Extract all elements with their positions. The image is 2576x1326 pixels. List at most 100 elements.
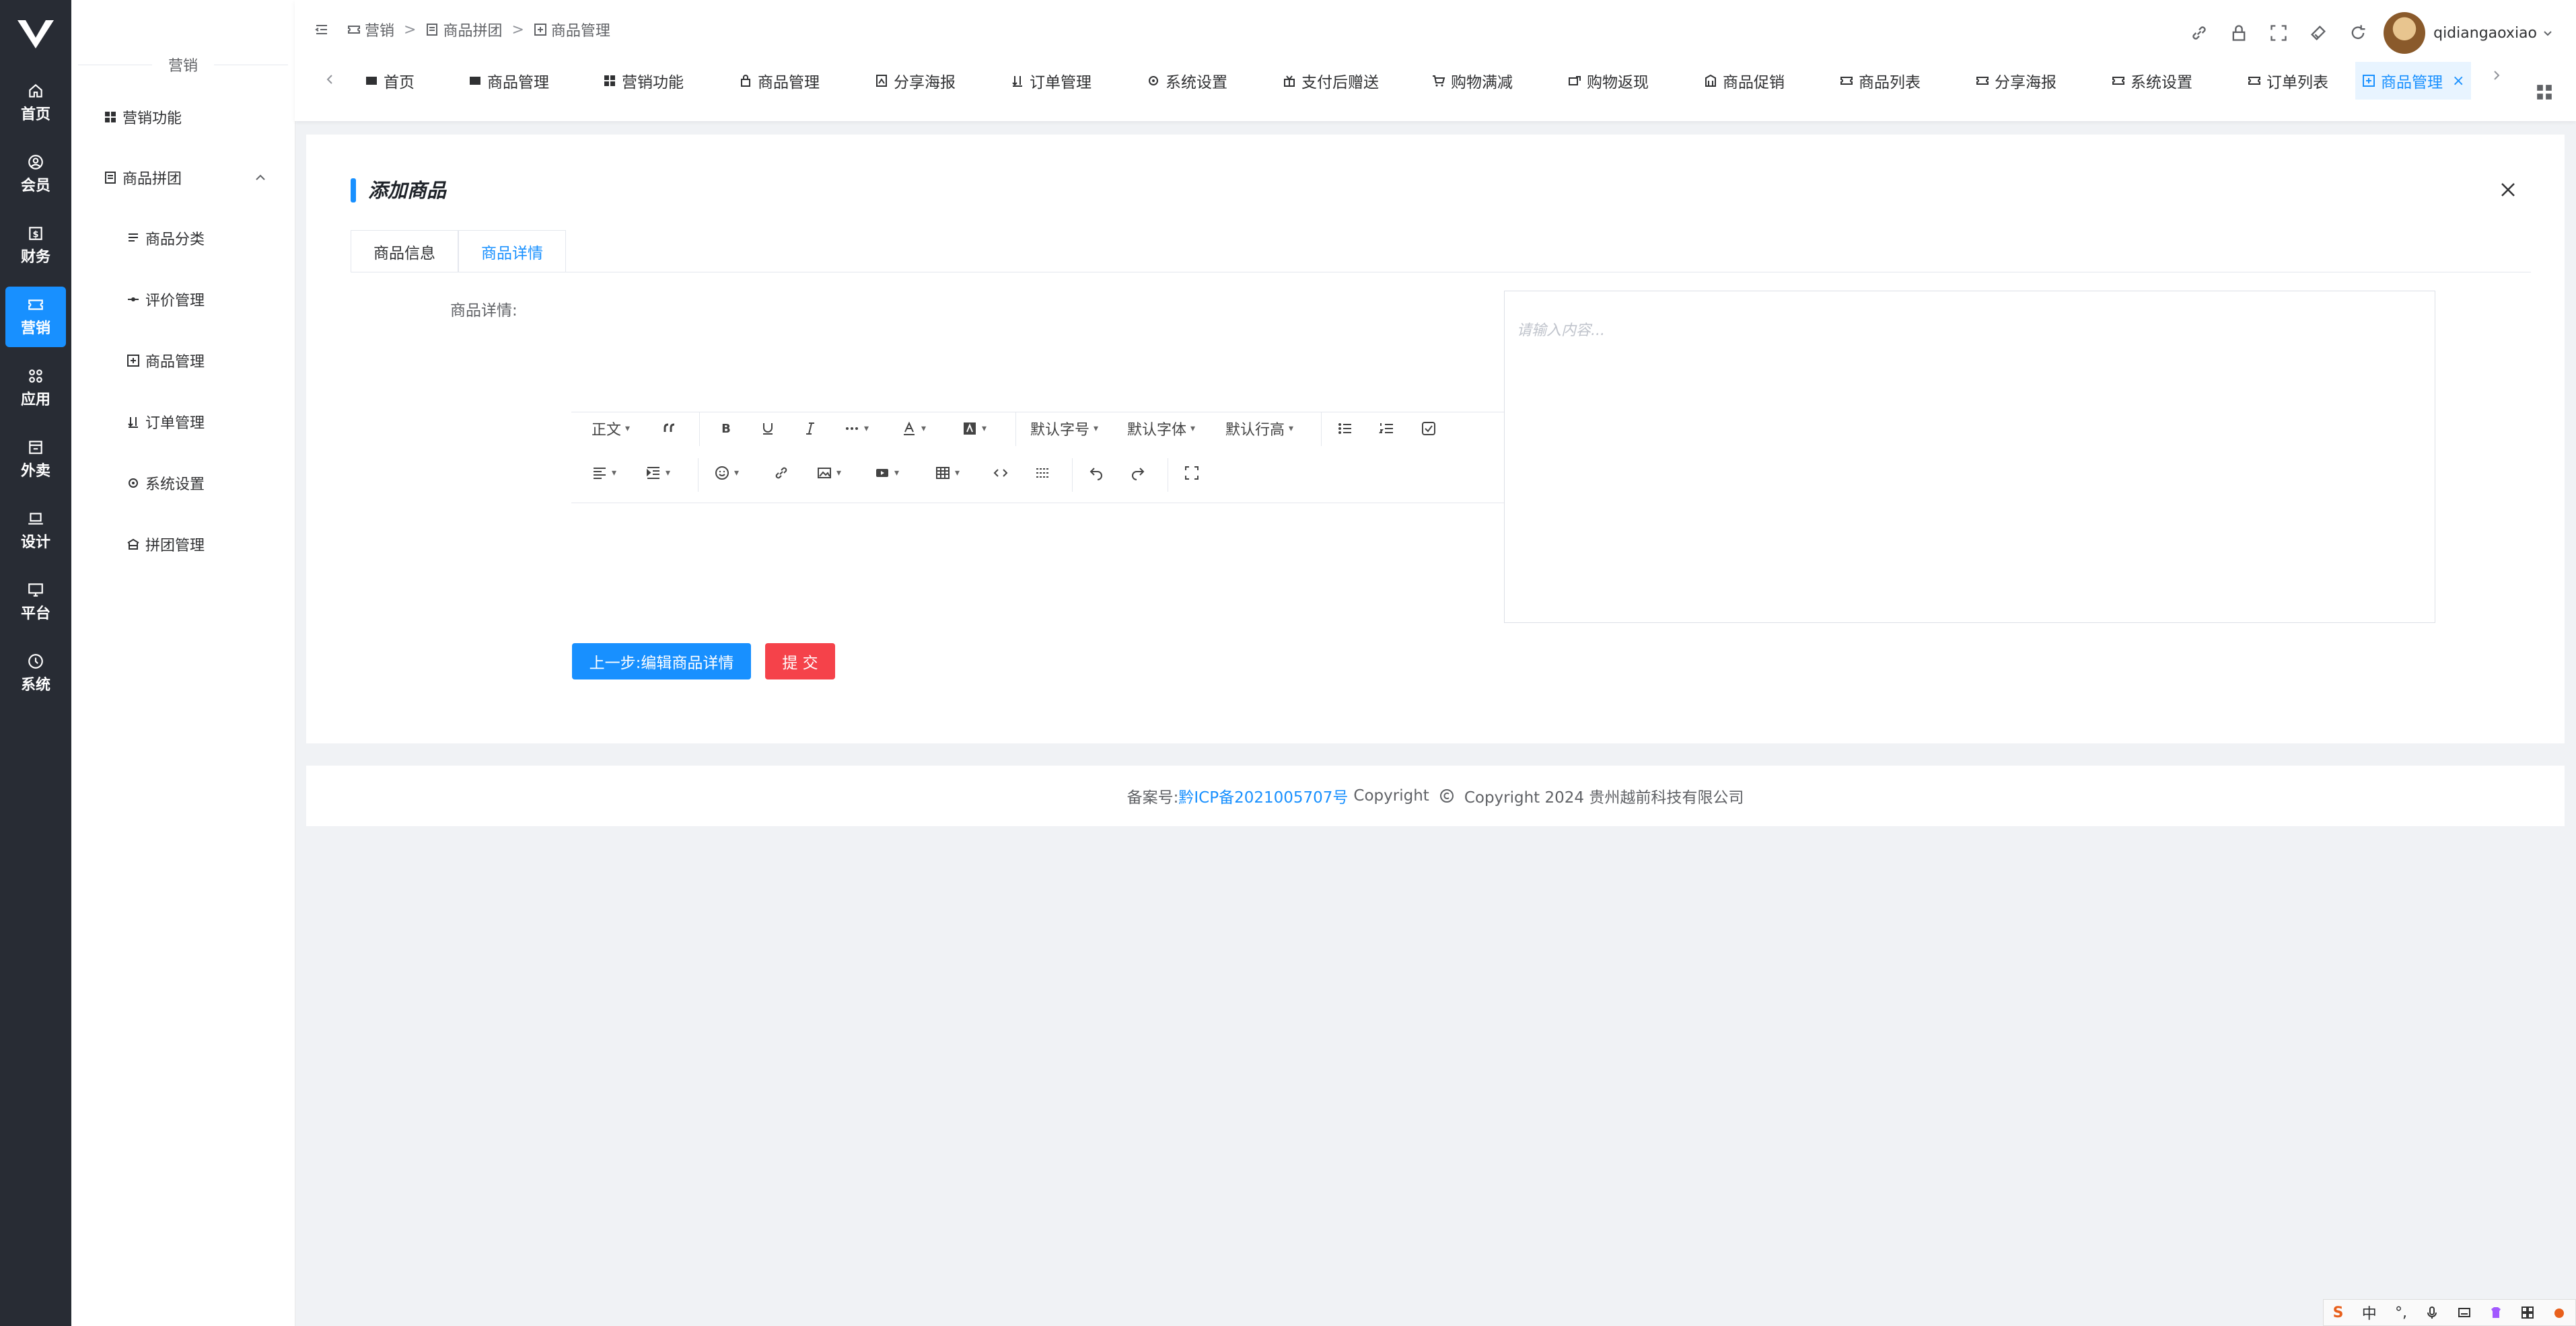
indent-button[interactable]: ▾	[645, 459, 670, 486]
chevron-right-icon[interactable]	[2490, 69, 2503, 82]
video-button[interactable]: ▾	[874, 459, 899, 486]
tab-full-reduction[interactable]: 购物满减	[1432, 62, 1513, 100]
line-height-select[interactable]: 默认行高 ▾	[1225, 415, 1293, 442]
tab-close-icon[interactable]: ×	[2452, 73, 2464, 89]
redo-button[interactable]	[1130, 459, 1146, 486]
rail-item-platform[interactable]: 平台	[5, 572, 66, 632]
bg-color-button[interactable]: ▾	[962, 415, 987, 442]
table-button[interactable]: ▾	[935, 459, 960, 486]
tab-home[interactable]: 首页	[365, 62, 415, 100]
tab-share-poster-1[interactable]: 分享海报	[875, 62, 956, 100]
keyboard-icon[interactable]	[2458, 1306, 2471, 1319]
more-style-button[interactable]: ▾	[844, 415, 869, 442]
rail-item-marketing[interactable]: 营销	[5, 287, 66, 347]
theme-icon[interactable]	[2309, 24, 2328, 42]
undo-button[interactable]	[1088, 459, 1104, 486]
breadcrumb-item[interactable]: 商品拼团	[443, 19, 502, 40]
close-icon[interactable]	[2499, 180, 2517, 199]
bold-button[interactable]: B	[718, 415, 734, 442]
breadcrumb-item[interactable]: 营销	[365, 19, 394, 40]
link-button[interactable]	[773, 459, 789, 486]
grid-menu-icon[interactable]	[2536, 83, 2553, 101]
chevron-down-icon[interactable]	[2542, 28, 2553, 38]
divider-button[interactable]	[1034, 459, 1050, 486]
rail-item-apps[interactable]: 应用	[5, 358, 66, 418]
tab-settings-2[interactable]: 系统设置	[2112, 62, 2192, 100]
toolbox-icon[interactable]	[2521, 1306, 2534, 1319]
icp-link[interactable]: 黔ICP备2021005707号	[1178, 784, 1348, 807]
quote-button[interactable]	[661, 415, 678, 442]
rich-text-editor[interactable]: 请输入内容...	[1504, 291, 2435, 623]
quote-icon	[664, 423, 675, 432]
skin-icon[interactable]	[2489, 1306, 2503, 1319]
app-logo-icon[interactable]	[16, 17, 55, 51]
menu-item-orders[interactable]: 订单管理	[127, 408, 205, 435]
user-circle-icon	[28, 155, 43, 170]
menu-item-settings[interactable]: 系统设置	[127, 470, 205, 496]
rail-label: 平台	[20, 605, 50, 622]
svg-text:$: $	[32, 229, 38, 240]
tab-settings-1[interactable]: 系统设置	[1147, 62, 1227, 100]
avatar[interactable]	[2384, 12, 2426, 54]
tab-share-poster-2[interactable]: 分享海报	[1976, 62, 2056, 100]
menu-item-group-buy[interactable]: 商品拼团	[104, 164, 272, 191]
rail-item-takeout[interactable]: 外卖	[5, 429, 66, 490]
fullscreen-icon[interactable]	[2269, 24, 2288, 42]
align-button[interactable]: ▾	[592, 459, 616, 486]
rail-item-system[interactable]: 系统	[5, 643, 66, 704]
editor-fullscreen-button[interactable]	[1184, 459, 1200, 486]
emoji-button[interactable]: ▾	[714, 459, 739, 486]
ime-lang[interactable]: 中	[2362, 1302, 2377, 1323]
paragraph-select[interactable]: 正文 ▾	[592, 415, 630, 442]
rail-item-home[interactable]: 首页	[5, 73, 66, 133]
menu-item-marketing-functions[interactable]: 营销功能	[104, 104, 182, 131]
microphone-icon[interactable]	[2425, 1306, 2439, 1319]
rail-item-member[interactable]: 会员	[5, 144, 66, 205]
lock-icon[interactable]	[2229, 24, 2248, 42]
font-size-select[interactable]: 默认字号 ▾	[1030, 415, 1098, 442]
rail-item-finance[interactable]: $ 财务	[5, 215, 66, 276]
tab-product-info[interactable]: 商品信息	[351, 230, 458, 272]
menu-item-category[interactable]: 商品分类	[127, 225, 205, 252]
menu-item-products[interactable]: 商品管理	[127, 347, 205, 374]
mascot-icon[interactable]	[2552, 1306, 2566, 1319]
sogou-logo-icon[interactable]: S	[2333, 1304, 2344, 1321]
bullet-list-button[interactable]	[1337, 415, 1353, 442]
image-button[interactable]: ▾	[816, 459, 841, 486]
italic-button[interactable]	[802, 415, 818, 442]
tab-products-2[interactable]: 商品管理	[739, 62, 820, 100]
underline-button[interactable]	[760, 415, 776, 442]
content-tabs: 商品信息 商品详情	[351, 230, 2531, 272]
font-color-button[interactable]: ▾	[901, 415, 926, 442]
tab-cashback[interactable]: 购物返现	[1568, 62, 1649, 100]
tab-order-list[interactable]: 订单列表	[2248, 62, 2328, 100]
rail-label: 设计	[20, 534, 50, 551]
link-icon[interactable]	[2190, 24, 2209, 42]
menu-label: 拼团管理	[145, 538, 205, 554]
menu-item-reviews[interactable]: 评价管理	[127, 286, 205, 313]
prev-step-button[interactable]: 上一步:编辑商品详情	[572, 643, 751, 679]
todo-button[interactable]	[1421, 415, 1437, 442]
chevron-left-icon[interactable]	[323, 73, 336, 86]
menu-item-group-manage[interactable]: 拼团管理	[127, 531, 205, 558]
tab-label: 购物返现	[1587, 74, 1649, 91]
tab-products-active[interactable]: 商品管理 ×	[2355, 62, 2472, 100]
tab-marketing-functions[interactable]: 营销功能	[603, 62, 684, 100]
tab-orders[interactable]: 订单管理	[1011, 62, 1092, 100]
font-family-select[interactable]: 默认字体 ▾	[1127, 415, 1195, 442]
rail-label: 应用	[20, 392, 50, 408]
tab-label: 支付后赠送	[1301, 74, 1379, 91]
tab-gift-after-pay[interactable]: 支付后赠送	[1283, 62, 1379, 100]
punctuation-icon[interactable]: °,	[2395, 1304, 2407, 1321]
tab-promotions[interactable]: 商品促销	[1704, 62, 1785, 100]
submit-button[interactable]: 提 交	[765, 643, 835, 679]
refresh-icon[interactable]	[2349, 24, 2367, 42]
tab-product-detail[interactable]: 商品详情	[458, 230, 566, 272]
rail-item-design[interactable]: 设计	[5, 501, 66, 561]
tab-products-1[interactable]: 商品管理	[468, 62, 549, 100]
tab-product-list[interactable]: 商品列表	[1840, 62, 1921, 100]
collapse-menu-icon[interactable]	[315, 23, 328, 36]
code-button[interactable]	[993, 459, 1009, 486]
numbered-list-button[interactable]	[1379, 415, 1395, 442]
username[interactable]: qidiangaoxiao	[2433, 25, 2537, 42]
